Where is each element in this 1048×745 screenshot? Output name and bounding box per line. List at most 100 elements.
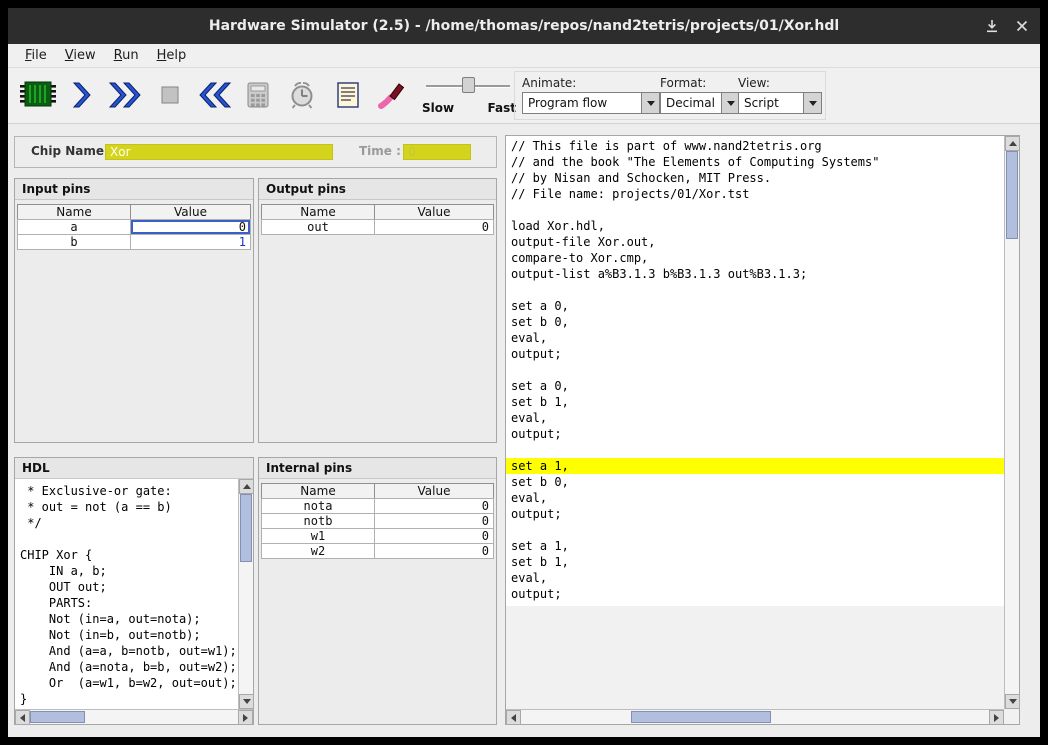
hdl-panel: HDL * Exclusive-or gate: * out = not (a …: [14, 457, 254, 725]
scrollbar-thumb[interactable]: [1006, 151, 1018, 239]
stop-button[interactable]: [148, 72, 192, 118]
scrollbar-thumb[interactable]: [631, 711, 771, 723]
view-label: View:: [738, 76, 770, 90]
script-line: set a 1,: [506, 458, 1004, 474]
speed-slider[interactable]: Slow Fast: [418, 72, 518, 120]
hdl-horizontal-scrollbar[interactable]: [15, 709, 253, 724]
script-line: output;: [506, 506, 1004, 522]
internal-pins-panel: Internal pins Name Value nota 0 no: [258, 457, 497, 725]
table-header-row: Name Value: [17, 204, 251, 220]
scrollbar-thumb[interactable]: [240, 494, 252, 562]
scroll-left-button[interactable]: [506, 710, 521, 725]
script-line: set b 0,: [506, 474, 1004, 490]
table-row: nota 0: [261, 498, 494, 514]
scroll-down-button[interactable]: [1005, 694, 1020, 709]
scroll-up-button[interactable]: [1005, 136, 1020, 151]
single-step-icon: [67, 80, 97, 110]
scroll-left-button[interactable]: [15, 710, 30, 725]
clear-button[interactable]: [370, 72, 414, 118]
script-lines: // This file is part of www.nand2tetris.…: [506, 136, 1004, 606]
view-dropdown-button[interactable]: [803, 93, 821, 113]
script-view[interactable]: // This file is part of www.nand2tetris.…: [506, 136, 1004, 709]
script-line: output-list a%B3.1.3 b%B3.1.3 out%B3.1.3…: [506, 266, 1004, 282]
clock-button[interactable]: [280, 72, 324, 118]
scrollbar-track[interactable]: [521, 710, 989, 724]
script-line: output;: [506, 346, 1004, 362]
titlebar-buttons: [984, 8, 1030, 44]
chevron-down-icon: [809, 101, 817, 106]
pin-value-cell[interactable]: 0: [130, 219, 251, 235]
output-pins-rows: out 0: [261, 219, 494, 235]
load-chip-button[interactable]: [16, 72, 60, 118]
script-line: compare-to Xor.cmp,: [506, 250, 1004, 266]
scrollbar-track[interactable]: [239, 494, 253, 694]
menu-item[interactable]: Help: [148, 44, 196, 68]
animate-select[interactable]: Program flow: [522, 92, 660, 114]
script-line: eval,: [506, 570, 1004, 586]
internal-pins-table: Name Value nota 0 notb 0: [261, 483, 494, 559]
script-line: eval,: [506, 410, 1004, 426]
input-pins-rows: a 0 b 1: [17, 219, 251, 250]
hardware-simulator-window: Hardware Simulator (2.5) - /home/thomas/…: [8, 8, 1040, 737]
scroll-right-button[interactable]: [989, 710, 1004, 725]
close-button[interactable]: [1014, 18, 1030, 34]
view-select[interactable]: Script: [738, 92, 822, 114]
column-header-value: Value: [374, 483, 494, 499]
column-header-name: Name: [17, 204, 131, 220]
table-header-row: Name Value: [261, 483, 494, 499]
scroll-up-button[interactable]: [239, 479, 254, 494]
hdl-code-line: And (a=nota, b=b, out=w2);: [20, 659, 238, 675]
chip-header: Chip Name : Xor Time : 0: [14, 136, 497, 168]
script-document-icon: [334, 80, 362, 110]
close-icon: [1016, 20, 1028, 32]
scroll-right-button[interactable]: [238, 710, 253, 725]
menu-item[interactable]: View: [56, 44, 105, 68]
single-step-button[interactable]: [60, 72, 104, 118]
run-button[interactable]: [104, 72, 148, 118]
menu-item[interactable]: Run: [105, 44, 148, 68]
hdl-code-line: Not (in=a, out=nota);: [20, 611, 238, 627]
animate-dropdown-button[interactable]: [641, 93, 659, 113]
hdl-code-line: CHIP Xor {: [20, 547, 238, 563]
format-dropdown-button[interactable]: [721, 93, 739, 113]
menu-item[interactable]: File: [16, 44, 56, 68]
output-pins-table: Name Value out 0: [261, 204, 494, 235]
script-line: set b 0,: [506, 314, 1004, 330]
hdl-code-line: */: [20, 515, 238, 531]
speed-slider-thumb[interactable]: [462, 77, 475, 93]
column-header-name: Name: [261, 204, 375, 220]
reset-button[interactable]: [192, 72, 236, 118]
triangle-right-icon: [243, 714, 248, 722]
chip-name-field[interactable]: Xor: [105, 144, 333, 160]
scroll-down-button[interactable]: [239, 694, 254, 709]
pin-value-cell[interactable]: 0: [374, 513, 494, 529]
scrollbar-track[interactable]: [1005, 151, 1019, 694]
pin-value-cell[interactable]: 0: [374, 543, 494, 559]
pin-value-cell[interactable]: 0: [374, 219, 494, 235]
hdl-code-view[interactable]: * Exclusive-or gate: * out = not (a == b…: [15, 479, 238, 709]
table-row: notb 0: [261, 513, 494, 529]
pin-value-cell[interactable]: 0: [374, 498, 494, 514]
calculator-button[interactable]: [236, 72, 280, 118]
table-row: w1 0: [261, 528, 494, 544]
table-row: b 1: [17, 234, 251, 250]
time-field: 0: [403, 144, 471, 160]
script-vertical-scrollbar[interactable]: [1004, 136, 1019, 709]
format-select[interactable]: Decimal: [660, 92, 740, 114]
pin-value-cell[interactable]: 0: [374, 528, 494, 544]
hdl-code-line: [20, 531, 238, 547]
triangle-down-icon: [243, 699, 251, 704]
pin-name-cell: a: [17, 219, 131, 235]
script-horizontal-scrollbar[interactable]: [506, 709, 1004, 724]
view-selected-value: Script: [739, 93, 803, 113]
scrollbar-track[interactable]: [30, 710, 238, 724]
pin-value-cell[interactable]: 1: [130, 234, 251, 250]
script-line: // File name: projects/01/Xor.tst: [506, 186, 1004, 202]
scrollbar-thumb[interactable]: [30, 711, 85, 723]
table-row: w2 0: [261, 543, 494, 559]
hdl-vertical-scrollbar[interactable]: [238, 479, 253, 709]
stop-icon: [157, 82, 183, 108]
view-script-button[interactable]: [326, 72, 370, 118]
script-line: // This file is part of www.nand2tetris.…: [506, 138, 1004, 154]
download-button[interactable]: [984, 18, 1000, 34]
